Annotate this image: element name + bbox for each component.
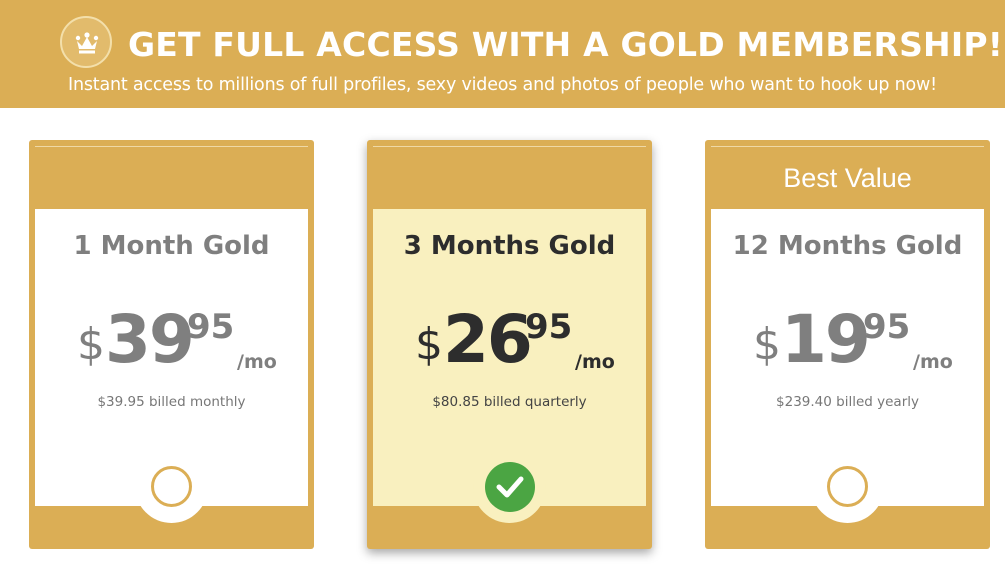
price-period: /mo	[575, 351, 615, 373]
banner-title: GET FULL ACCESS WITH A GOLD MEMBERSHIP!	[128, 25, 1003, 64]
plan-price: $ 39 95 /mo	[77, 301, 287, 387]
price-period: /mo	[237, 351, 277, 373]
plan-name: 3 Months Gold	[403, 231, 616, 261]
banner-subtitle: Instant access to millions of full profi…	[68, 75, 937, 95]
crown-badge	[60, 16, 112, 68]
best-value-header: Best Value	[711, 146, 984, 209]
plan-card-3-months[interactable]: 3 Months Gold $ 26 95 /mo $80.85 billed …	[367, 140, 652, 549]
price-integer: 19	[781, 301, 871, 378]
price-decimal: 95	[187, 307, 235, 347]
plan-radio-button[interactable]	[151, 466, 192, 507]
plan-card-inner: Best Value 12 Months Gold $ 19 95 /mo $2…	[711, 146, 984, 523]
price-period: /mo	[913, 351, 953, 373]
plan-price: $ 26 95 /mo	[415, 301, 625, 387]
plan-radio-button-selected[interactable]	[485, 462, 535, 512]
plan-name: 1 Month Gold	[73, 231, 270, 261]
billing-note: $239.40 billed yearly	[776, 394, 919, 410]
plan-name: 12 Months Gold	[732, 231, 963, 261]
checkmark-icon	[496, 476, 524, 498]
price-integer: 26	[443, 301, 533, 378]
plan-card-inner: 3 Months Gold $ 26 95 /mo $80.85 billed …	[373, 146, 646, 523]
plan-radio-button[interactable]	[827, 466, 868, 507]
price-decimal: 95	[863, 307, 911, 347]
price-currency: $	[77, 319, 105, 370]
plan-card-1-month[interactable]: 1 Month Gold $ 39 95 /mo $39.95 billed m…	[29, 140, 314, 549]
crown-icon	[75, 32, 99, 54]
price-decimal: 95	[525, 307, 573, 347]
plan-card-inner: 1 Month Gold $ 39 95 /mo $39.95 billed m…	[35, 146, 308, 523]
price-currency: $	[415, 319, 443, 370]
price-integer: 39	[105, 301, 195, 378]
plan-card-header	[35, 146, 308, 209]
plan-price: $ 19 95 /mo	[753, 301, 963, 387]
billing-note: $80.85 billed quarterly	[432, 394, 587, 410]
billing-note: $39.95 billed monthly	[97, 394, 246, 410]
price-currency: $	[753, 319, 781, 370]
plan-card-12-months[interactable]: Best Value 12 Months Gold $ 19 95 /mo $2…	[705, 140, 990, 549]
plan-card-header	[373, 146, 646, 209]
membership-banner: GET FULL ACCESS WITH A GOLD MEMBERSHIP! …	[0, 0, 1005, 108]
